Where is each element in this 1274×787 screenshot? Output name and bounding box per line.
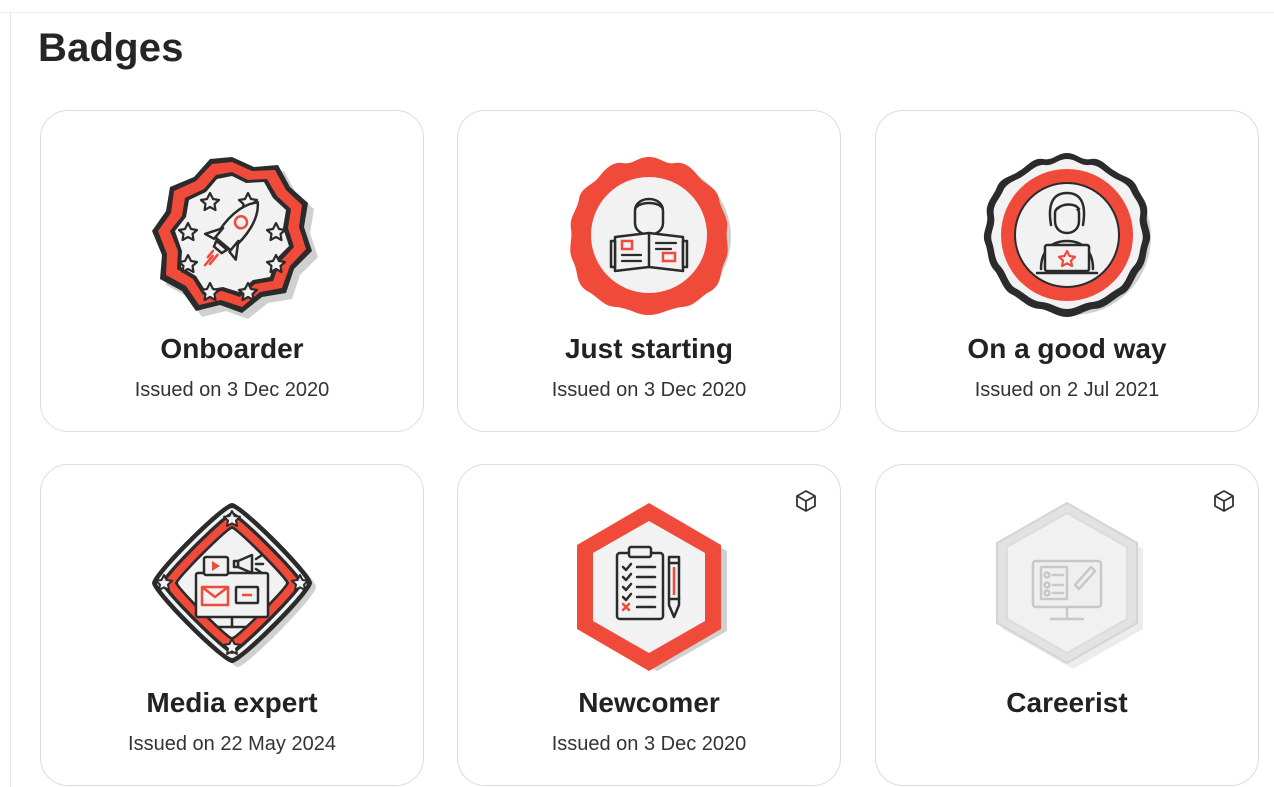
badge-name: Onboarder [160, 333, 304, 364]
monitor-checklist-badge-icon [996, 501, 1143, 669]
media-badge-icon [152, 503, 316, 667]
badge-card-just-starting[interactable]: Just starting Issued on 3 Dec 2020 [457, 110, 841, 432]
badge-issued-date: Issued on 3 Dec 2020 [134, 379, 330, 401]
badge-issued-date: Issued on 3 Dec 2020 [551, 379, 747, 401]
laptop-user-badge-icon [983, 153, 1151, 317]
badge-card-media-expert[interactable]: Media expert Issued on 22 May 2024 [40, 464, 424, 786]
checklist-badge-icon [577, 503, 727, 671]
badge-issued-date: Issued on 3 Dec 2020 [551, 733, 747, 755]
badge-card-onboarder[interactable]: Onboarder Issued on 3 Dec 2020 [40, 110, 424, 432]
badge-name: Newcomer [578, 687, 720, 718]
top-divider [0, 12, 1274, 13]
badge-name: Just starting [564, 333, 734, 364]
badge-name: Careerist [1006, 687, 1128, 718]
reader-badge-icon [570, 157, 731, 315]
page-title: Badges [38, 26, 184, 70]
badge-issued-date: Issued on 22 May 2024 [128, 733, 336, 755]
3d-cube-icon[interactable] [794, 489, 818, 513]
badge-issued-date: Issued on 2 Jul 2021 [974, 379, 1160, 401]
badge-card-careerist[interactable]: Careerist [875, 464, 1259, 786]
badge-name: Media expert [146, 687, 318, 718]
badge-card-newcomer[interactable]: Newcomer Issued on 3 Dec 2020 [457, 464, 841, 786]
badge-card-on-a-good-way[interactable]: On a good way Issued on 2 Jul 2021 [875, 110, 1259, 432]
badge-name: On a good way [967, 333, 1167, 364]
rocket-badge-icon [152, 157, 318, 319]
3d-cube-icon[interactable] [1212, 489, 1236, 513]
left-divider [10, 12, 11, 787]
